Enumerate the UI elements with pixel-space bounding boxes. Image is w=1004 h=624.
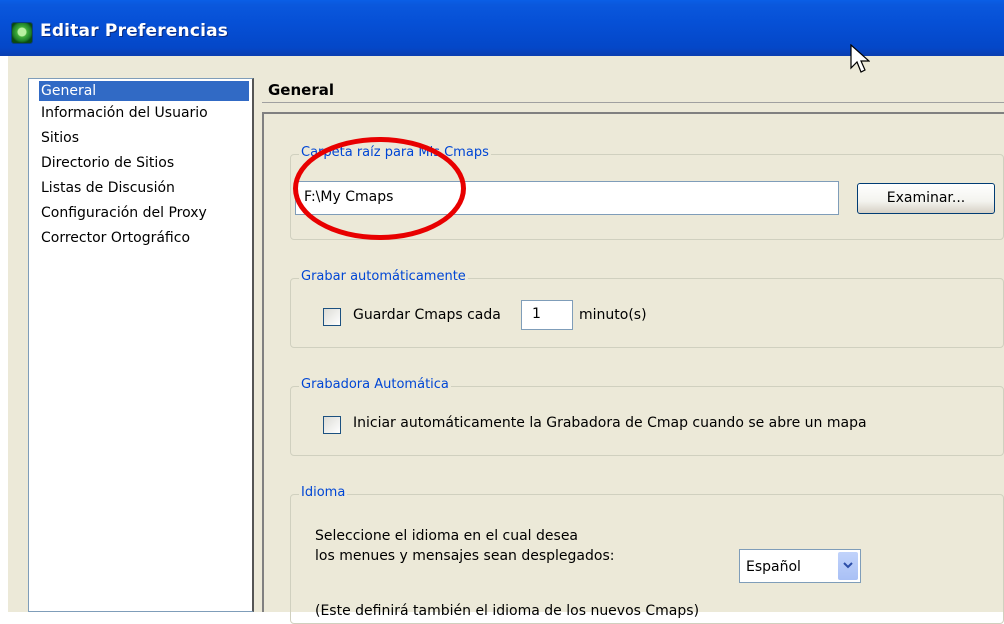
sidebar-item-proxy-settings[interactable]: Configuración del Proxy [39,203,209,223]
chevron-down-icon [843,562,853,569]
language-prompt-line2: los menues y mensajes sean desplegados: [315,548,615,564]
window-title: Editar Preferencias [40,21,229,41]
sidebar-item-discussion-lists[interactable]: Listas de Discusión [39,178,177,198]
language-legend: Idioma [299,485,348,500]
autosave-unit-label: minuto(s) [579,307,647,323]
auto-recorder-label: Iniciar automáticamente la Grabadora de … [353,415,867,431]
autosave-legend: Grabar automáticamente [299,269,468,284]
sidebar-item-user-info[interactable]: Información del Usuario [39,103,210,123]
auto-recorder-group: Grabadora Automática Iniciar automáticam… [290,377,1004,456]
autosave-checkbox[interactable] [323,308,341,326]
sidebar-item-sites[interactable]: Sitios [39,128,81,148]
sidebar-item-spell-checker[interactable]: Corrector Ortográfico [39,228,192,248]
cmap-app-icon [11,22,33,44]
language-prompt-line1: Seleccione el idioma en el cual desea [315,528,579,544]
language-group: Idioma Seleccione el idioma en el cual d… [290,485,1004,624]
language-select-value: Español [746,559,801,575]
section-title: General [268,81,334,99]
sidebar-item-general[interactable]: General [39,81,249,101]
autosave-label: Guardar Cmaps cada [353,307,501,323]
language-note: (Este definirá también el idioma de los … [315,603,700,619]
preferences-category-list: General Información del Usuario Sitios D… [28,78,254,612]
dropdown-arrow[interactable] [838,552,858,580]
auto-recorder-legend: Grabadora Automática [299,377,451,392]
language-select[interactable]: Español [739,549,861,583]
autosave-interval-input[interactable]: 1 [521,300,573,330]
autosave-group: Grabar automáticamente Guardar Cmaps cad… [290,269,1004,348]
browse-button[interactable]: Examinar... [857,183,995,214]
highlight-ellipse-annotation [293,137,466,240]
mouse-cursor-icon [850,44,870,73]
section-header: General [262,78,1004,103]
auto-recorder-checkbox[interactable] [323,416,341,434]
sidebar-item-site-directory[interactable]: Directorio de Sitios [39,153,176,173]
